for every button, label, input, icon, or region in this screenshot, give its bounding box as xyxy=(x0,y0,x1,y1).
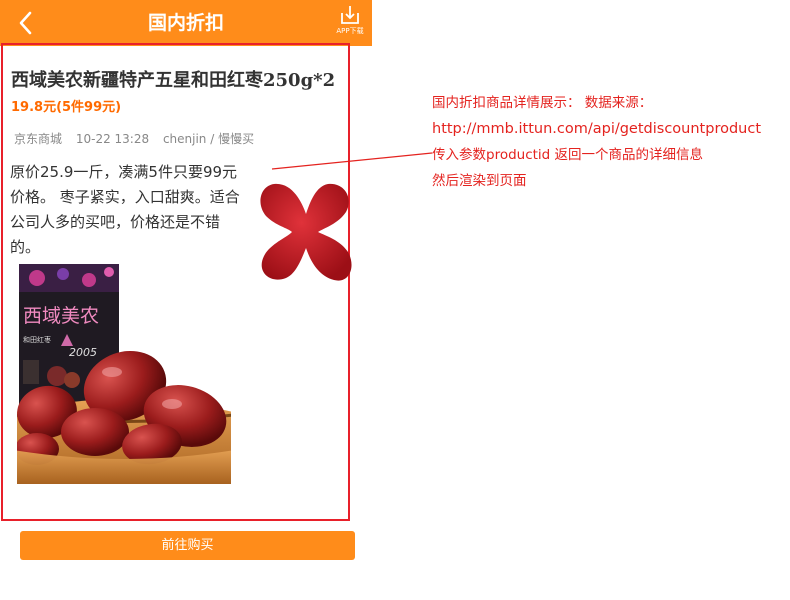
annotation-note: 国内折扣商品详情展示： 数据来源： http://mmb.ittun.com/a… xyxy=(432,90,782,194)
package-year-text: 2005 xyxy=(69,346,97,359)
buy-button[interactable]: 前往购买 xyxy=(20,531,355,560)
annotation-line-2: http://mmb.ittun.com/api/getdiscountprod… xyxy=(432,121,762,137)
download-icon xyxy=(341,6,359,24)
chevron-left-icon xyxy=(19,11,32,35)
header-bar: 国内折扣 APP下载 xyxy=(0,0,372,46)
x-shape-mark xyxy=(260,183,352,281)
product-description: 原价25.9一斤，凑满5件只要99元价格。 枣子紧实，入口甜爽。适合公司人多的买… xyxy=(10,163,240,256)
meta-author: chenjin / 慢慢买 xyxy=(162,132,255,146)
page-title: 国内折扣 xyxy=(147,12,224,34)
annotation-line-4: 然后渲染到页面 xyxy=(432,173,527,189)
product-price: 19.8元(5件99元) xyxy=(11,100,122,115)
product-meta: 京东商城 10-22 13:28 chenjin / 慢慢买 xyxy=(14,130,264,147)
annotation-line-3: 传入参数productid 返回一个商品的详细信息 xyxy=(432,147,704,163)
product-image: 西域美农 和田红枣 2005 xyxy=(17,264,231,484)
meta-time: 10-22 13:28 xyxy=(75,132,150,146)
back-button[interactable] xyxy=(14,9,38,37)
annotation-line-1: 国内折扣商品详情展示： 数据来源： xyxy=(432,95,653,111)
package-brand-text: 西域美农 xyxy=(23,305,99,327)
app-download-button[interactable]: APP下载 xyxy=(332,4,368,42)
app-download-label: APP下载 xyxy=(336,27,364,35)
package-subtitle-text: 和田红枣 xyxy=(23,335,51,344)
product-title: 西域美农新疆特产五星和田红枣250g*2 xyxy=(11,70,336,91)
meta-shop[interactable]: 京东商城 xyxy=(14,132,62,146)
